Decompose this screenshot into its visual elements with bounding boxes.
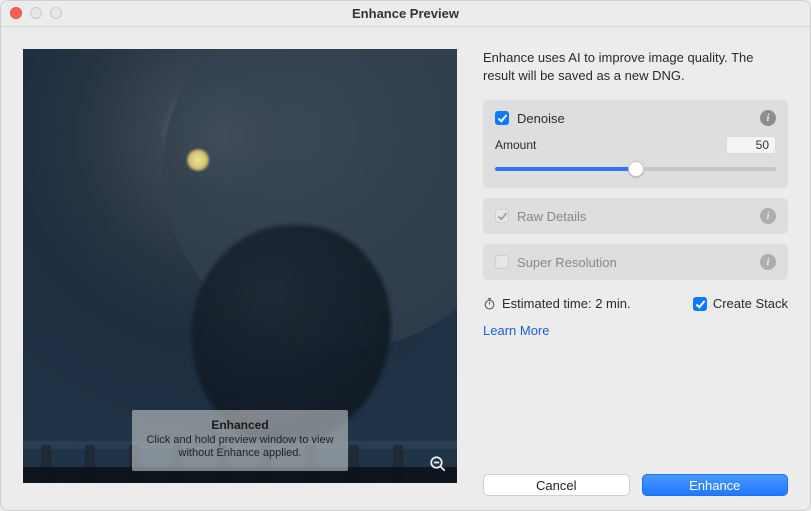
super-resolution-label: Super Resolution <box>517 255 617 270</box>
preview-image[interactable]: Enhanced Click and hold preview window t… <box>23 49 457 483</box>
info-icon[interactable]: i <box>760 254 776 270</box>
enhance-preview-window: Enhance Preview Enhanced Click and hold … <box>0 0 811 511</box>
titlebar: Enhance Preview <box>1 1 810 27</box>
amount-value[interactable]: 50 <box>726 136 776 154</box>
preview-tooltip-line: Click and hold preview window to view <box>142 434 338 448</box>
estimated-time-text: Estimated time: 2 min. <box>502 296 631 311</box>
controls-pane: Enhance uses AI to improve image quality… <box>469 27 810 510</box>
raw-details-checkbox <box>495 209 509 223</box>
super-resolution-checkbox <box>495 255 509 269</box>
denoise-label: Denoise <box>517 111 565 126</box>
stopwatch-icon <box>483 297 496 310</box>
amount-slider[interactable] <box>495 160 776 178</box>
button-row: Cancel Enhance <box>483 474 788 496</box>
create-stack-label: Create Stack <box>713 296 788 311</box>
create-stack-checkbox[interactable] <box>693 297 707 311</box>
preview-tooltip-title: Enhanced <box>142 418 338 432</box>
preview-tooltip-line: without Enhance applied. <box>142 447 338 461</box>
description-text: Enhance uses AI to improve image quality… <box>483 49 788 84</box>
minimize-window-button[interactable] <box>30 7 42 19</box>
denoise-option: Denoise i Amount 50 <box>483 100 788 188</box>
enhance-button[interactable]: Enhance <box>642 474 789 496</box>
traffic-lights <box>10 7 62 19</box>
info-icon[interactable]: i <box>760 208 776 224</box>
super-resolution-option: Super Resolution i <box>483 244 788 280</box>
cancel-button[interactable]: Cancel <box>483 474 630 496</box>
learn-more-link[interactable]: Learn More <box>483 323 788 338</box>
window-title: Enhance Preview <box>1 1 810 27</box>
preview-pane: Enhanced Click and hold preview window t… <box>1 27 469 510</box>
info-icon[interactable]: i <box>760 110 776 126</box>
raw-details-option: Raw Details i <box>483 198 788 234</box>
maximize-window-button[interactable] <box>50 7 62 19</box>
status-row: Estimated time: 2 min. Create Stack <box>483 296 788 311</box>
zoom-out-icon[interactable] <box>427 453 449 475</box>
close-window-button[interactable] <box>10 7 22 19</box>
denoise-checkbox[interactable] <box>495 111 509 125</box>
raw-details-label: Raw Details <box>517 209 586 224</box>
amount-label: Amount <box>495 138 536 152</box>
preview-tooltip: Enhanced Click and hold preview window t… <box>132 410 348 472</box>
